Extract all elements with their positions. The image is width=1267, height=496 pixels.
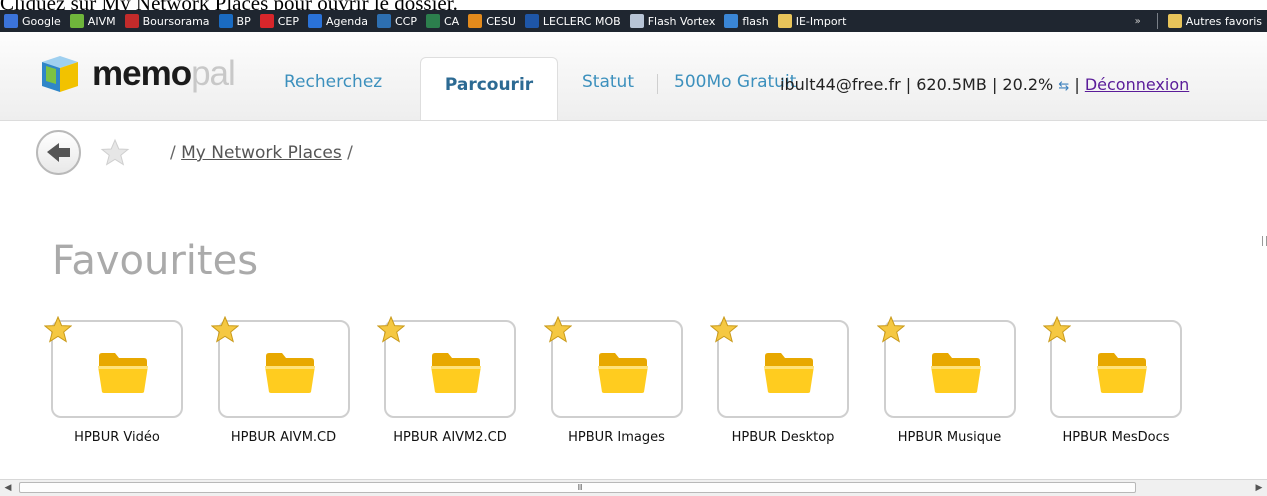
nav-status[interactable]: Statut (582, 72, 634, 92)
bookmark-label: AIVM (87, 14, 116, 28)
bookmark-label: Boursorama (142, 14, 210, 28)
account-info: ibult44@free.fr | 620.5MB | 20.2% ⇆ | Dé… (780, 75, 1190, 94)
favorite-star-icon[interactable] (1043, 316, 1071, 344)
bookmark-favicon-icon (425, 14, 440, 28)
bookmark-favicon-icon (218, 14, 233, 28)
folder-icon (930, 353, 981, 393)
favorite-star-icon[interactable] (543, 316, 572, 344)
bookmark-favicon-icon (69, 14, 84, 28)
sync-icon[interactable]: ⇆ (1058, 79, 1069, 94)
favorite-star-icon[interactable] (100, 138, 130, 168)
folder-icon (764, 353, 814, 393)
folder-icon (1167, 14, 1182, 28)
memopal-logo[interactable]: memopal (92, 54, 236, 94)
bookmark-favicon-icon (308, 14, 322, 28)
app-header: memopal Recherchez Parcourir Statut 500M… (0, 32, 1267, 121)
bookmark-item[interactable]: Flash Vortex (629, 14, 716, 28)
tab-browse-label: Parcourir (444, 75, 534, 95)
scrollbar-thumb[interactable]: III (19, 482, 1136, 493)
bookmark-favicon-icon (524, 14, 539, 28)
back-button[interactable] (36, 130, 81, 175)
bookmark-label: Google (22, 14, 61, 28)
bookmark-item[interactable]: IE-Import (777, 14, 847, 28)
favorite-star-icon[interactable] (210, 316, 239, 344)
breadcrumb: / My Network Places / (170, 143, 353, 163)
bookmark-label: CCP (394, 14, 417, 28)
resize-grip[interactable] (1262, 236, 1267, 246)
bookmark-favicon-icon (376, 14, 391, 28)
folder-label[interactable]: HPBUR Musique (870, 430, 1030, 445)
bookmark-item[interactable]: CCP (376, 14, 417, 28)
storage-percent: 20.2% (1002, 75, 1054, 94)
folder-icon (431, 353, 481, 393)
folder-label[interactable]: HPBUR Vidéo (37, 430, 197, 445)
bookmark-label: BP (236, 14, 251, 28)
bookmark-label: Autres favoris (1185, 14, 1262, 28)
folder-label[interactable]: HPBUR AIVM.CD (204, 430, 364, 445)
storage-usage: 620.5MB (916, 75, 987, 94)
bookmark-favicon-icon (468, 14, 483, 28)
nav-search[interactable]: Recherchez (284, 72, 382, 92)
bookmark-favicon-icon (4, 14, 18, 28)
bookmark-favicon-icon (629, 14, 644, 28)
bookmark-item[interactable]: AIVM (69, 14, 116, 28)
bookmark-label: flash (742, 14, 769, 28)
bookmark-favicon-icon (124, 14, 139, 28)
folder-label[interactable]: HPBUR Images (537, 430, 697, 445)
folder-icon (1097, 353, 1147, 393)
bookmark-item[interactable]: Google (4, 14, 61, 28)
folder-icon (264, 353, 315, 393)
scroll-left-icon[interactable]: ◀ (0, 480, 16, 496)
bookmark-item[interactable]: Boursorama (124, 14, 210, 28)
bookmark-label: LECLERC MOB (542, 14, 621, 28)
bookmark-item[interactable]: CA (425, 14, 460, 28)
bookmark-other-favorites[interactable]: Autres favoris (1167, 14, 1262, 28)
favorite-star-icon[interactable] (44, 316, 72, 344)
breadcrumb-my-network-places[interactable]: My Network Places (181, 143, 342, 163)
bookmarks-bar: Google AIVM Boursorama BP CEP Agenda CCP CA CESU… (0, 10, 1267, 32)
account-email: ibult44@free.fr (780, 75, 901, 94)
bookmark-favicon-icon (724, 14, 739, 28)
folder-icon (597, 353, 648, 393)
bookmark-item[interactable]: flash (724, 14, 769, 28)
section-title: Favourites (52, 238, 259, 284)
folder-label[interactable]: HPBUR Desktop (703, 430, 863, 445)
tab-browse[interactable]: Parcourir (420, 57, 558, 120)
scroll-right-icon[interactable]: ▶ (1251, 480, 1267, 496)
memopal-logo-icon (42, 56, 78, 92)
bookmark-label: CEP (277, 14, 299, 28)
bookmark-item[interactable]: Agenda (308, 14, 368, 28)
nav-separator (657, 74, 658, 94)
bookmark-item[interactable]: BP (218, 14, 251, 28)
bookmarks-separator (1156, 13, 1158, 29)
bookmark-item[interactable]: CESU (468, 14, 516, 28)
folder-icon (98, 353, 148, 393)
bookmark-item[interactable]: CEP (259, 14, 299, 28)
nav-free-offer[interactable]: 500Mo Gratuit (674, 72, 796, 92)
bookmark-item[interactable]: LECLERC MOB (524, 14, 621, 28)
logout-link[interactable]: Déconnexion (1085, 75, 1189, 94)
favorite-star-icon[interactable] (876, 316, 905, 344)
favorite-star-icon[interactable] (710, 316, 738, 344)
horizontal-scrollbar[interactable]: ◀ III ▶ (0, 479, 1267, 496)
folder-label[interactable]: HPBUR MesDocs (1036, 430, 1196, 445)
folder-label[interactable]: HPBUR AIVM2.CD (370, 430, 530, 445)
bookmark-label: CA (443, 14, 460, 28)
bookmark-label: Flash Vortex (647, 14, 716, 28)
bookmark-favicon-icon (259, 14, 274, 28)
bookmark-label: Agenda (326, 14, 368, 28)
bookmark-label: IE-Import (795, 14, 847, 28)
bookmarks-more-icon[interactable]: » (1135, 16, 1141, 27)
arrow-left-icon (47, 143, 70, 162)
bookmark-favicon-icon (777, 14, 792, 28)
favorite-star-icon[interactable] (377, 316, 405, 344)
bookmark-label: CESU (486, 14, 516, 28)
